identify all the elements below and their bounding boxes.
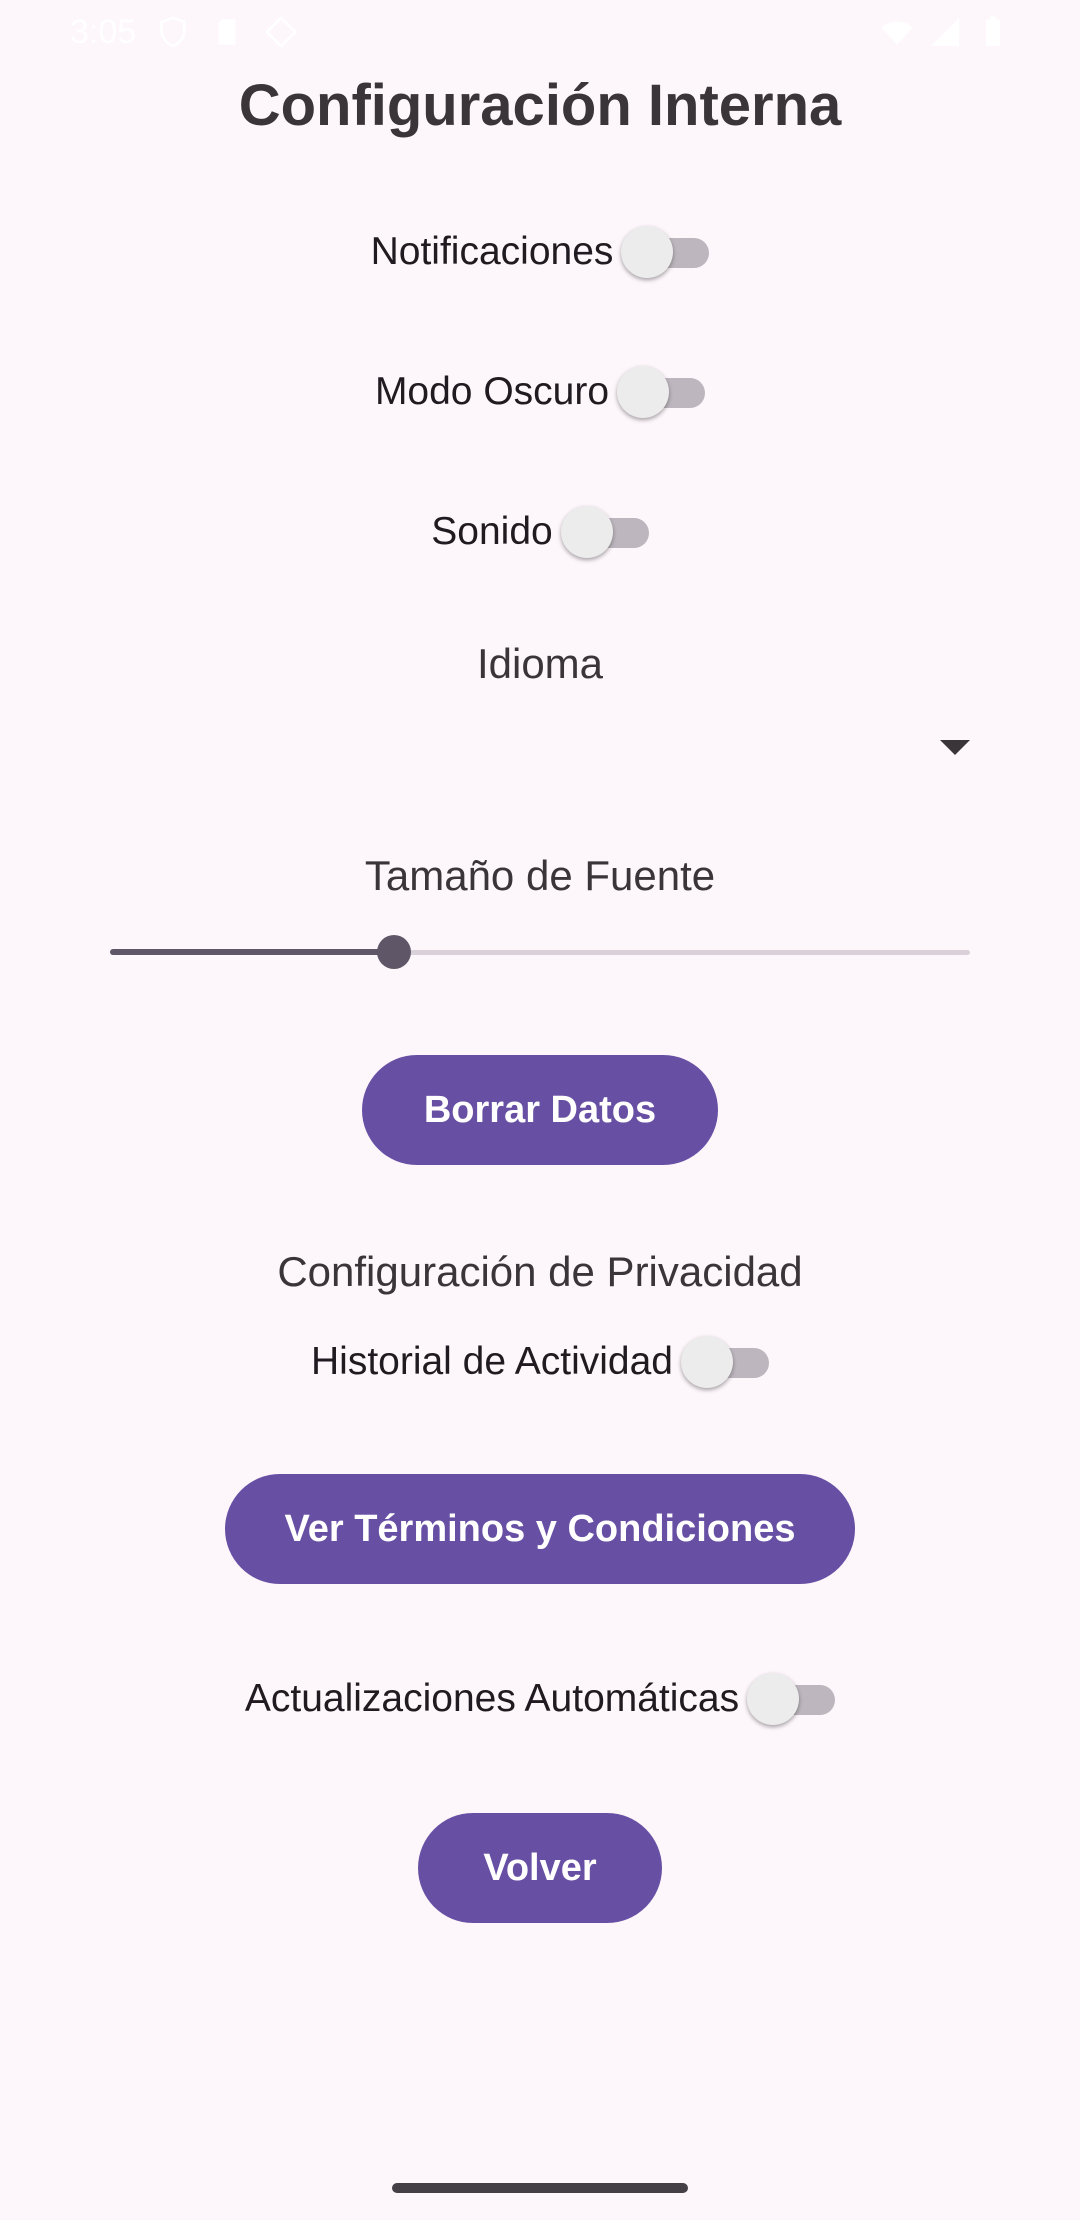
sonido-row: Sonido [0, 506, 1080, 558]
switch-thumb [621, 226, 674, 278]
sd-card-icon [218, 19, 236, 45]
notificaciones-label: Notificaciones [370, 230, 614, 273]
font-size-slider[interactable] [110, 930, 970, 974]
terminos-button[interactable]: Ver Términos y Condiciones [225, 1474, 855, 1584]
shield-icon [160, 16, 186, 48]
status-time: 3:05 [70, 12, 137, 51]
battery-icon [985, 16, 1001, 47]
dropdown-arrow-icon [940, 740, 970, 755]
switch-thumb [560, 506, 613, 558]
status-right [880, 15, 1010, 49]
privacy-heading: Configuración de Privacidad [277, 1248, 803, 1295]
actualizaciones-row: Actualizaciones Automáticas [0, 1673, 1080, 1725]
modo-oscuro-label: Modo Oscuro [374, 370, 610, 413]
status-left: 3:05 [70, 13, 298, 52]
signal-icon [930, 17, 960, 47]
idioma-label: Idioma [476, 640, 604, 687]
volver-button[interactable]: Volver [418, 1813, 662, 1923]
actualizaciones-switch[interactable] [747, 1673, 836, 1725]
slider-thumb[interactable] [377, 935, 411, 969]
status-bar: 3:05 [0, 0, 1080, 64]
historial-switch[interactable] [681, 1336, 769, 1388]
notificaciones-row: Notificaciones [0, 226, 1080, 278]
home-indicator[interactable] [392, 2183, 688, 2193]
switch-thumb [747, 1673, 800, 1725]
borrar-datos-button[interactable]: Borrar Datos [362, 1055, 718, 1165]
font-size-label: Tamaño de Fuente [364, 852, 716, 899]
modo-oscuro-switch[interactable] [617, 366, 706, 418]
sonido-label: Sonido [431, 510, 553, 553]
location-icon [265, 15, 298, 49]
modo-oscuro-row: Modo Oscuro [0, 366, 1080, 418]
historial-row: Historial de Actividad [0, 1336, 1080, 1388]
page-title: Configuración Interna [238, 73, 842, 138]
actualizaciones-label: Actualizaciones Automáticas [244, 1677, 740, 1720]
idioma-dropdown[interactable] [110, 700, 970, 790]
wifi-icon [881, 21, 913, 45]
slider-track-active [110, 949, 394, 955]
historial-label: Historial de Actividad [310, 1340, 673, 1383]
switch-thumb [617, 366, 670, 418]
notificaciones-switch[interactable] [621, 226, 710, 278]
switch-thumb [681, 1336, 733, 1388]
sonido-switch[interactable] [560, 506, 649, 558]
